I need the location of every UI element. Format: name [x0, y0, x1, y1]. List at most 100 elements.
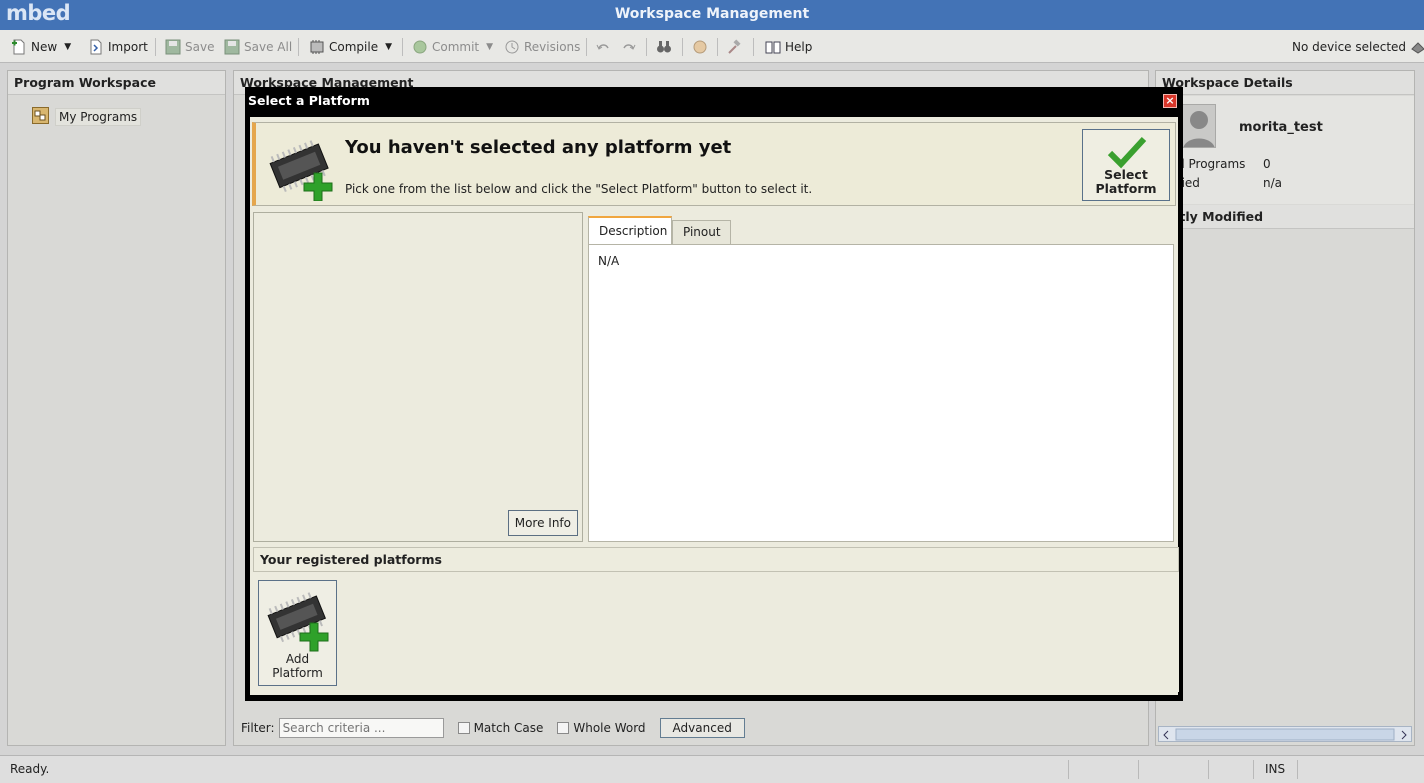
- avatar: [1180, 104, 1216, 148]
- toolbar-divider: [402, 38, 403, 56]
- revisions-icon: [504, 39, 520, 55]
- dialog-body: You haven't selected any platform yet Pi…: [250, 117, 1179, 695]
- platform-list[interactable]: More Info: [253, 212, 583, 542]
- save-all-icon: [224, 39, 240, 55]
- find-button[interactable]: [656, 38, 672, 56]
- format-icon: [692, 39, 708, 55]
- more-info-button[interactable]: More Info: [507, 510, 578, 536]
- filter-label: Filter:: [241, 721, 275, 735]
- window-title: Workspace Management: [614, 6, 810, 22]
- description-content: N/A: [588, 244, 1174, 542]
- scrollbar-arrows-icon: [1163, 728, 1407, 741]
- revisions-button[interactable]: Revisions: [504, 38, 580, 56]
- status-bar: Ready. INS: [0, 755, 1424, 783]
- hammer-icon: [726, 39, 742, 55]
- no-platform-banner: You haven't selected any platform yet Pi…: [252, 122, 1176, 206]
- status-divider: [1253, 760, 1254, 779]
- toolbar-divider: [646, 38, 647, 56]
- save-label: Save: [185, 40, 215, 54]
- search-input[interactable]: [278, 718, 444, 738]
- redo-icon: [621, 39, 637, 55]
- toolbar-divider: [682, 38, 683, 56]
- main-toolbar: New ▼ Import Save Save All Compile ▼ Com…: [0, 30, 1424, 63]
- recently-modified-header: ently Modified: [1156, 205, 1414, 229]
- select-platform-label: Select Platform: [1095, 167, 1157, 196]
- banner-subtitle: Pick one from the list below and click t…: [345, 182, 813, 196]
- program-workspace-panel: Program Workspace My Programs: [7, 70, 226, 746]
- undo-button[interactable]: [595, 38, 611, 56]
- status-divider: [1297, 760, 1298, 779]
- commit-button[interactable]: Commit ▼: [412, 38, 493, 56]
- toolbar-divider: [586, 38, 587, 56]
- compile-button[interactable]: Compile ▼: [309, 38, 392, 56]
- tree-item-my-programs[interactable]: My Programs: [32, 107, 142, 127]
- book-icon: [765, 39, 781, 55]
- workspace-username: morita_test: [1239, 120, 1323, 135]
- toolbar-divider: [717, 38, 718, 56]
- insert-mode-indicator: INS: [1265, 762, 1286, 776]
- status-text: Ready.: [10, 762, 50, 776]
- match-case-label: Match Case: [473, 721, 544, 735]
- program-workspace-header: Program Workspace: [8, 71, 225, 95]
- device-status-label: No device selected: [1292, 40, 1407, 54]
- description-text: N/A: [598, 254, 620, 268]
- new-file-icon: [11, 39, 27, 55]
- device-selector[interactable]: No device selected: [1292, 38, 1424, 56]
- banner-title: You haven't selected any platform yet: [345, 137, 732, 158]
- tab-pinout[interactable]: Pinout: [672, 220, 731, 244]
- details-value: n/a: [1263, 176, 1283, 190]
- registered-platforms-area: Add Platform: [253, 572, 1179, 692]
- workspace-details-panel: Workspace Details morita_test al Program…: [1155, 70, 1415, 746]
- status-divider: [1208, 760, 1209, 779]
- save-icon: [165, 39, 181, 55]
- save-all-label: Save All: [244, 40, 293, 54]
- select-platform-button[interactable]: Select Platform: [1082, 129, 1170, 201]
- commit-label: Commit: [432, 40, 480, 54]
- redo-button[interactable]: [621, 38, 637, 56]
- select-platform-dialog: Select a Platform × You haven't selected…: [245, 87, 1183, 701]
- user-summary: morita_test al Programs 0 ified n/a: [1156, 96, 1414, 204]
- import-label: Import: [108, 40, 148, 54]
- toolbar-divider: [155, 38, 156, 56]
- match-case-checkbox[interactable]: [457, 722, 470, 734]
- import-button[interactable]: Import: [88, 38, 148, 56]
- status-divider: [1068, 760, 1069, 779]
- add-platform-chip-icon: [267, 592, 329, 652]
- dialog-title: Select a Platform: [248, 93, 370, 108]
- compile-label: Compile: [329, 40, 379, 54]
- chevron-down-icon: ▼: [64, 42, 72, 52]
- compile-icon: [309, 39, 325, 55]
- help-label: Help: [785, 40, 813, 54]
- tree-item-label: My Programs: [55, 108, 142, 126]
- horizontal-scrollbar[interactable]: [1158, 726, 1412, 742]
- save-button[interactable]: Save: [165, 38, 214, 56]
- workspace-details-header: Workspace Details: [1156, 71, 1414, 95]
- import-icon: [88, 39, 104, 55]
- check-icon: [1107, 136, 1147, 169]
- help-button[interactable]: Help: [765, 38, 812, 56]
- new-label: New: [31, 40, 58, 54]
- tab-description[interactable]: Description: [588, 216, 672, 245]
- add-platform-button[interactable]: Add Platform: [258, 580, 337, 686]
- new-button[interactable]: New ▼: [11, 38, 71, 56]
- commit-icon: [412, 39, 428, 55]
- save-all-button[interactable]: Save All: [224, 38, 292, 56]
- chevron-down-icon: ▼: [385, 42, 392, 52]
- build-tools-button[interactable]: [726, 38, 742, 56]
- toolbar-divider: [753, 38, 754, 56]
- details-value: 0: [1263, 157, 1271, 171]
- toolbar-divider: [298, 38, 299, 56]
- undo-icon: [595, 39, 611, 55]
- status-divider: [1138, 760, 1139, 779]
- revisions-label: Revisions: [524, 40, 581, 54]
- close-button[interactable]: ×: [1163, 94, 1177, 108]
- format-button[interactable]: [692, 38, 708, 56]
- title-bar: mbed Workspace Management: [0, 0, 1424, 30]
- advanced-button[interactable]: Advanced: [659, 718, 745, 738]
- details-label: al Programs: [1174, 157, 1246, 171]
- whole-word-label: Whole Word: [573, 721, 646, 735]
- whole-word-checkbox[interactable]: [557, 722, 570, 734]
- chevron-down-icon: ▼: [486, 42, 494, 52]
- add-platform-chip-icon: [264, 129, 336, 204]
- registered-platforms-header: Your registered platforms: [253, 547, 1179, 572]
